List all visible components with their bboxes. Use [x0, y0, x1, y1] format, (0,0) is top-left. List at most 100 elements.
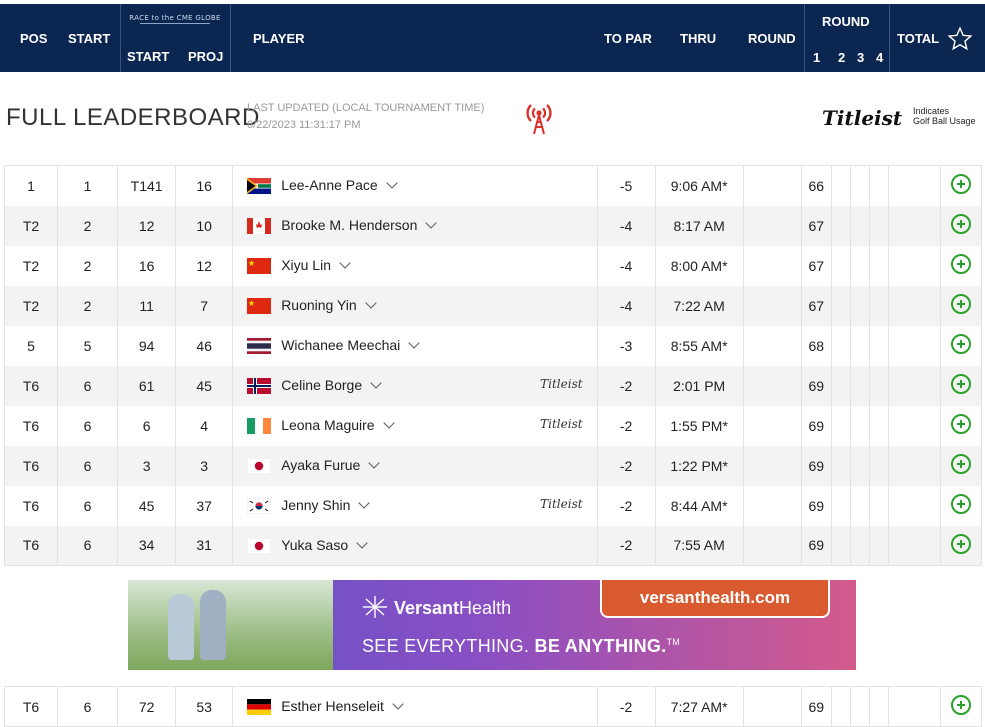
col-player[interactable]: PLAYER	[253, 31, 305, 46]
expand-cell[interactable]	[939, 445, 983, 486]
chevron-down-icon[interactable]	[408, 337, 420, 349]
chevron-down-icon[interactable]	[356, 536, 368, 549]
player-cell[interactable]: Wichanee Meechai	[232, 325, 598, 366]
table-row[interactable]: T6 6 3 3 Ayaka Furue -2 1:22 PM* 69	[3, 445, 983, 486]
player-cell[interactable]: Ayaka Furue	[232, 445, 598, 486]
add-plus-icon[interactable]	[950, 695, 971, 715]
expand-cell[interactable]	[939, 365, 983, 406]
chevron-down-icon[interactable]	[425, 217, 438, 229]
player-cell[interactable]: Jenny Shin Titleist	[232, 485, 598, 526]
player-name[interactable]: Esther Henseleit	[281, 698, 384, 714]
table-row[interactable]: T6 6 34 31 Yuka Saso -2 7:55 AM 69	[3, 525, 983, 566]
player-name[interactable]: Yuka Saso	[281, 537, 348, 553]
versant-health-ad[interactable]: VersantHealth versanthealth.com SEE EVER…	[128, 580, 856, 670]
round-4-cell	[868, 245, 889, 286]
table-row[interactable]: T6 6 6 4 Leona Maguire Titleist -2 1:55 PM* 69	[3, 405, 983, 446]
player-name[interactable]: Jenny Shin	[281, 497, 350, 513]
add-plus-icon[interactable]	[950, 494, 971, 514]
col-thru[interactable]: THRU	[680, 31, 716, 46]
favorite-star-icon[interactable]	[947, 26, 973, 52]
player-name[interactable]: Lee-Anne Pace	[281, 177, 378, 193]
expand-cell[interactable]	[939, 686, 983, 727]
country-flag-icon	[247, 258, 272, 275]
add-plus-icon[interactable]	[950, 454, 971, 474]
col-to-par[interactable]: TO PAR	[604, 31, 652, 46]
table-row[interactable]: 5 5 94 46 Wichanee Meechai -3 8:55 AM* 68	[3, 325, 983, 366]
player-name[interactable]: Ruoning Yin	[281, 297, 357, 313]
col-round-1[interactable]: 1	[813, 50, 820, 65]
table-row[interactable]: T6 6 61 45 Celine Borge Titleist -2 2:01 PM 69	[3, 365, 983, 406]
table-row[interactable]: T6 6 45 37 Jenny Shin Titleist -2 8:44 AM* 69	[3, 485, 983, 526]
expand-cell[interactable]	[939, 485, 983, 526]
chevron-down-icon[interactable]	[368, 457, 380, 469]
add-plus-icon[interactable]	[950, 334, 971, 354]
player-cell[interactable]: Celine Borge Titleist	[232, 365, 598, 406]
col-round-4[interactable]: 4	[876, 50, 883, 65]
player-name[interactable]: Brooke M. Henderson	[281, 217, 417, 233]
add-plus-icon[interactable]	[950, 214, 971, 234]
chevron-down-icon[interactable]	[386, 177, 398, 189]
expand-cell[interactable]	[939, 205, 983, 246]
add-plus-icon[interactable]	[950, 414, 971, 434]
player-name[interactable]: Leona Maguire	[281, 417, 374, 433]
cme-start-cell: 12	[117, 205, 176, 246]
titleist-ball-icon: Titleist	[540, 376, 583, 391]
player-name[interactable]: Xiyu Lin	[281, 257, 331, 273]
player-cell[interactable]: Lee-Anne Pace	[232, 165, 598, 206]
expand-cell[interactable]	[939, 525, 983, 566]
round-1-cell: 69	[800, 365, 832, 406]
to-par-cell: -2	[596, 445, 656, 486]
player-cell[interactable]: Esther Henseleit	[232, 686, 598, 727]
total-cell	[887, 405, 941, 446]
add-plus-icon[interactable]	[950, 294, 971, 314]
chevron-down-icon[interactable]	[370, 377, 382, 389]
add-plus-icon[interactable]	[950, 533, 971, 554]
player-cell[interactable]: Brooke M. Henderson	[232, 205, 598, 246]
table-row[interactable]: T2 2 11 7 Ruoning Yin -4 7:22 AM 67	[3, 285, 983, 326]
player-cell[interactable]: Ruoning Yin	[232, 285, 598, 326]
player-cell[interactable]: Xiyu Lin	[232, 245, 598, 286]
table-row[interactable]: 1 1 T141 16 Lee-Anne Pace -5 9:06 AM* 66	[3, 165, 983, 206]
chevron-down-icon[interactable]	[358, 497, 371, 509]
player-cell[interactable]: Yuka Saso	[232, 525, 598, 566]
ad-url-button[interactable]: versanthealth.com	[600, 580, 830, 618]
table-row[interactable]: T2 2 16 12 Xiyu Lin -4 8:00 AM* 67	[3, 245, 983, 286]
col-total[interactable]: TOTAL	[897, 31, 939, 46]
cme-start-cell: 3	[117, 445, 176, 486]
add-plus-icon[interactable]	[950, 254, 971, 274]
add-plus-icon[interactable]	[950, 374, 971, 394]
chevron-down-icon[interactable]	[382, 417, 395, 429]
cme-proj-cell: 53	[175, 686, 233, 727]
col-round-3[interactable]: 3	[857, 50, 864, 65]
round-3-cell	[849, 445, 870, 486]
col-round[interactable]: ROUND	[748, 31, 796, 46]
round-4-cell	[868, 365, 889, 406]
add-plus-icon[interactable]	[950, 174, 971, 195]
player-cell[interactable]: Leona Maguire Titleist	[232, 405, 598, 446]
chevron-down-icon[interactable]	[392, 698, 404, 710]
chevron-down-icon[interactable]	[365, 297, 377, 309]
chevron-down-icon[interactable]	[339, 257, 351, 269]
col-round-2[interactable]: 2	[838, 50, 845, 65]
col-cme-start[interactable]: START	[127, 49, 169, 64]
cme-start-cell: 72	[117, 686, 176, 727]
round-1-cell: 67	[800, 205, 832, 246]
player-name[interactable]: Ayaka Furue	[281, 457, 360, 473]
col-cme-proj[interactable]: PROJ	[188, 49, 223, 64]
total-cell	[887, 245, 941, 286]
player-name[interactable]: Celine Borge	[281, 377, 362, 393]
player-name[interactable]: Wichanee Meechai	[281, 337, 400, 353]
col-pos[interactable]: POS	[20, 31, 47, 46]
expand-cell[interactable]	[939, 405, 983, 446]
table-row[interactable]: T6 6 72 53 Esther Henseleit -2 7:27 AM* 69	[3, 686, 983, 727]
ad-brand-a: Versant	[394, 598, 460, 618]
expand-cell[interactable]	[939, 325, 983, 366]
cme-proj-cell: 45	[175, 365, 233, 406]
expand-cell[interactable]	[939, 245, 983, 286]
expand-cell[interactable]	[939, 285, 983, 326]
country-flag-icon	[247, 218, 272, 235]
col-start[interactable]: START	[68, 31, 110, 46]
expand-cell[interactable]	[939, 165, 983, 206]
round-1-cell: 69	[800, 525, 832, 566]
table-row[interactable]: T2 2 12 10 Brooke M. Henderson -4 8:17 AM 67	[3, 205, 983, 246]
